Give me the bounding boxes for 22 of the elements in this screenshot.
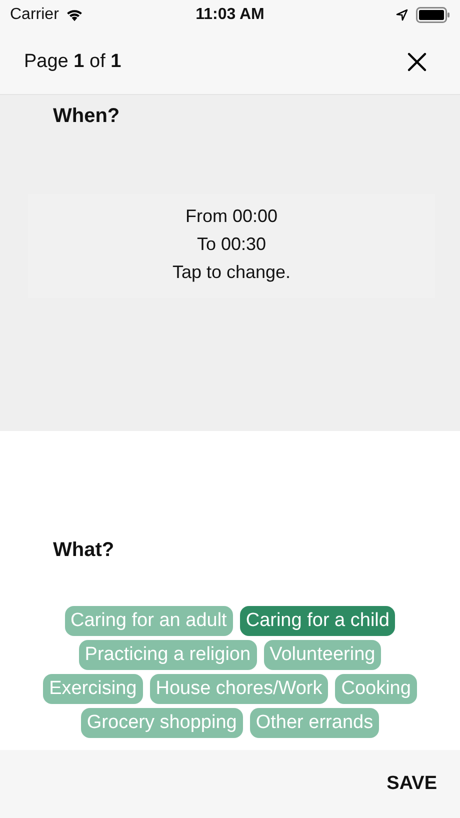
activity-tag[interactable]: Volunteering	[264, 640, 382, 670]
save-button[interactable]: SAVE	[386, 769, 437, 799]
activity-tag[interactable]: Exercising	[43, 674, 143, 704]
time-range-text: From 00:00	[185, 205, 278, 228]
location-arrow-icon	[396, 9, 408, 21]
activity-tag[interactable]: Grocery shopping	[80, 708, 243, 738]
close-icon[interactable]	[407, 52, 427, 72]
activity-tag[interactable]: Practicing a religion	[78, 640, 257, 670]
clock-time: 11:03 AM	[196, 6, 264, 24]
section-heading: When?	[53, 105, 120, 128]
carrier-label: Carrier	[10, 6, 59, 24]
time-range-text: To 00:30	[196, 233, 266, 256]
section-heading: What?	[53, 539, 114, 562]
battery-icon	[416, 7, 450, 23]
activity-tag[interactable]: Caring for an adult	[64, 606, 233, 636]
time-range-text: Tap to change.	[172, 261, 291, 284]
activity-tag[interactable]: Caring for a child	[240, 606, 396, 636]
wifi-icon	[64, 8, 84, 22]
activity-tag[interactable]: Cooking	[335, 674, 417, 704]
page-indicator: Page 1 of 1	[24, 51, 122, 73]
activity-tag[interactable]: Other errands	[250, 708, 380, 738]
activity-tag[interactable]: House chores/Work	[150, 674, 328, 704]
